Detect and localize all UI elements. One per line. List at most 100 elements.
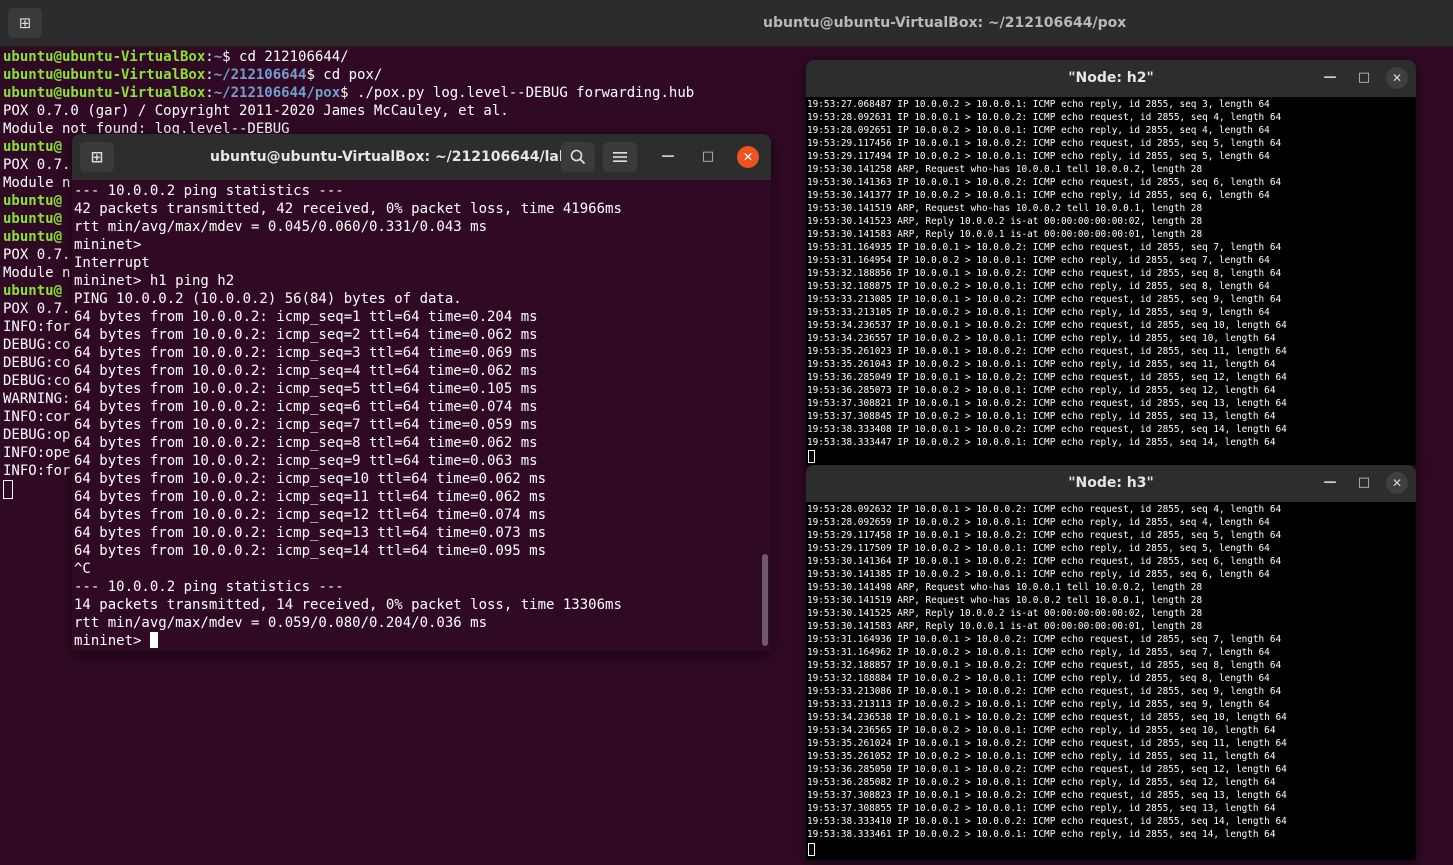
h3-window-title: "Node: h3" [1068, 475, 1154, 491]
terminal-text-segment: ~/212106644/pox [213, 85, 341, 101]
h2-terminal-output[interactable]: 19:53:27.068487 IP 10.0.0.2 > 10.0.0.1: … [807, 98, 1287, 449]
terminal-line: 64 bytes from 10.0.0.2: icmp_seq=9 ttl=6… [74, 453, 538, 469]
terminal-line: 19:53:32.188857 IP 10.0.0.1 > 10.0.0.2: … [807, 660, 1282, 671]
terminal-line: 19:53:37.308845 IP 10.0.0.2 > 10.0.0.1: … [807, 411, 1276, 422]
terminal-line: 19:53:33.213113 IP 10.0.0.2 > 10.0.0.1: … [807, 699, 1270, 710]
terminal-text-segment: ubuntu@ [3, 283, 63, 299]
close-button[interactable]: ✕ [737, 146, 759, 168]
terminal-line: 64 bytes from 10.0.0.2: icmp_seq=5 ttl=6… [74, 381, 538, 397]
terminal-text-segment: DEBUG:co [3, 355, 71, 371]
terminal-line: 19:53:30.141583 ARP, Reply 10.0.0.1 is-a… [807, 621, 1203, 632]
new-tab-icon: ⊞ [90, 148, 104, 166]
h2-window-titlebar: "Node: h2" — □ ✕ [806, 60, 1416, 97]
terminal-text-segment: ubuntu@ubuntu-VirtualBox [3, 49, 206, 65]
maximize-icon: □ [1357, 475, 1371, 490]
terminal-line: 19:53:31.164954 IP 10.0.0.2 > 10.0.0.1: … [807, 255, 1270, 266]
maximize-icon: □ [701, 149, 715, 164]
terminal-text-segment: INFO:cor [3, 409, 71, 425]
terminal-line: 19:53:32.188856 IP 10.0.0.1 > 10.0.0.2: … [807, 268, 1282, 279]
lab5-window-title: ubuntu@ubuntu-VirtualBox: ~/212106644/la… [210, 149, 579, 165]
terminal-text-segment: INFO:for [3, 463, 71, 479]
lab5-terminal-output[interactable]: --- 10.0.0.2 ping statistics --- 42 packe… [74, 182, 622, 650]
terminal-text-segment: $ cd pox/ [306, 67, 383, 83]
terminal-line: mininet> h1 ping h2 [74, 273, 235, 289]
terminal-line: 19:53:35.261052 IP 10.0.0.2 > 10.0.0.1: … [807, 751, 1276, 762]
terminal-line: 19:53:28.092651 IP 10.0.0.2 > 10.0.0.1: … [807, 125, 1270, 136]
terminal-line: 19:53:34.236538 IP 10.0.0.1 > 10.0.0.2: … [807, 712, 1287, 723]
terminal-line: rtt min/avg/max/mdev = 0.059/0.080/0.204… [74, 615, 488, 631]
terminal-text-segment: INFO:for [3, 319, 71, 335]
maximize-icon: □ [1357, 70, 1371, 85]
terminal-line: 19:53:31.164935 IP 10.0.0.1 > 10.0.0.2: … [807, 242, 1282, 253]
terminal-line: rtt min/avg/max/mdev = 0.045/0.060/0.331… [74, 219, 488, 235]
terminal-line: 19:53:36.285082 IP 10.0.0.2 > 10.0.0.1: … [807, 777, 1276, 788]
terminal-line: 19:53:30.141258 ARP, Request who-has 10.… [807, 164, 1203, 175]
search-icon [570, 149, 586, 165]
terminal-line: 19:53:31.164936 IP 10.0.0.1 > 10.0.0.2: … [807, 634, 1282, 645]
h3-terminal-output[interactable]: 19:53:28.092632 IP 10.0.0.1 > 10.0.0.2: … [807, 503, 1287, 841]
terminal-line: 19:53:28.092631 IP 10.0.0.1 > 10.0.0.2: … [807, 112, 1282, 123]
terminal-line: 19:53:37.308855 IP 10.0.0.2 > 10.0.0.1: … [807, 803, 1276, 814]
terminal-text-segment: ubuntu@ [3, 211, 63, 227]
terminal-line: ubuntu@ubuntu-VirtualBox:~/212106644$ cd… [3, 66, 694, 84]
mininet-prompt[interactable]: mininet> [74, 632, 622, 650]
terminal-text-segment: POX 0.7. [3, 247, 71, 263]
terminal-line: 64 bytes from 10.0.0.2: icmp_seq=13 ttl=… [74, 525, 547, 541]
terminal-line: ubuntu@ubuntu-VirtualBox:~$ cd 212106644… [3, 48, 694, 66]
terminal-line: 64 bytes from 10.0.0.2: icmp_seq=3 ttl=6… [74, 345, 538, 361]
new-tab-button[interactable]: ⊞ [8, 8, 42, 38]
terminal-line: 19:53:30.141377 IP 10.0.0.2 > 10.0.0.1: … [807, 190, 1270, 201]
h3-close-button[interactable]: ✕ [1386, 472, 1408, 494]
terminal-line: ubuntu@ubuntu-VirtualBox:~/212106644/pox… [3, 84, 694, 102]
terminal-text-segment: : [205, 67, 214, 83]
terminal-text-segment: POX 0.7. [3, 301, 71, 317]
maximize-button[interactable]: □ [697, 146, 719, 168]
terminal-line: 64 bytes from 10.0.0.2: icmp_seq=4 ttl=6… [74, 363, 538, 379]
terminal-line: 42 packets transmitted, 42 received, 0% … [74, 201, 622, 217]
terminal-text-segment: : [205, 85, 214, 101]
main-window-titlebar: ⊞ ubuntu@ubuntu-VirtualBox: ~/212106644/… [0, 0, 1453, 47]
text-cursor [149, 632, 158, 648]
minimize-button[interactable]: — [657, 146, 679, 168]
terminal-line: 19:53:34.236565 IP 10.0.0.2 > 10.0.0.1: … [807, 725, 1276, 736]
terminal-line: 19:53:36.285050 IP 10.0.0.1 > 10.0.0.2: … [807, 764, 1287, 775]
terminal-line: --- 10.0.0.2 ping statistics --- [74, 183, 344, 199]
lab5-terminal-window: ⊞ ubuntu@ubuntu-VirtualBox: ~/212106644/… [72, 134, 771, 651]
terminal-line: 19:53:30.141385 IP 10.0.0.2 > 10.0.0.1: … [807, 569, 1270, 580]
terminal-line: 64 bytes from 10.0.0.2: icmp_seq=14 ttl=… [74, 543, 547, 559]
h3-minimize-button[interactable]: — [1319, 472, 1341, 494]
lab5-scrollbar[interactable] [762, 554, 768, 646]
h2-minimize-button[interactable]: — [1319, 67, 1341, 89]
h2-maximize-button[interactable]: □ [1353, 67, 1375, 89]
terminal-line: 19:53:31.164962 IP 10.0.0.2 > 10.0.0.1: … [807, 647, 1270, 658]
terminal-line: 19:53:30.141363 IP 10.0.0.1 > 10.0.0.2: … [807, 177, 1282, 188]
terminal-line: 64 bytes from 10.0.0.2: icmp_seq=11 ttl=… [74, 489, 547, 505]
prompt-text: mininet> [74, 633, 150, 649]
terminal-text-segment: DEBUG:co [3, 373, 71, 389]
main-terminal-cursor [3, 480, 13, 499]
terminal-line: 19:53:35.261024 IP 10.0.0.1 > 10.0.0.2: … [807, 738, 1287, 749]
search-button[interactable] [561, 142, 595, 172]
menu-button[interactable] [603, 142, 637, 172]
terminal-line: 19:53:37.308823 IP 10.0.0.1 > 10.0.0.2: … [807, 790, 1287, 801]
terminal-line: 19:53:32.188875 IP 10.0.0.2 > 10.0.0.1: … [807, 281, 1270, 292]
close-icon: ✕ [1391, 71, 1403, 85]
h2-close-button[interactable]: ✕ [1386, 67, 1408, 89]
terminal-text-segment: $ ./pox.py log.level--DEBUG forwarding.h… [340, 85, 695, 101]
terminal-text-segment: DEBUG:op [3, 427, 71, 443]
terminal-line: 19:53:36.285049 IP 10.0.0.1 > 10.0.0.2: … [807, 372, 1287, 383]
terminal-line: 19:53:30.141519 ARP, Request who-has 10.… [807, 203, 1203, 214]
terminal-line: 64 bytes from 10.0.0.2: icmp_seq=2 ttl=6… [74, 327, 538, 343]
terminal-text-segment: : [205, 49, 214, 65]
terminal-line: 19:53:29.117509 IP 10.0.0.2 > 10.0.0.1: … [807, 543, 1270, 554]
minimize-icon: — [1323, 70, 1337, 85]
h3-maximize-button[interactable]: □ [1353, 472, 1375, 494]
terminal-line: 19:53:28.092632 IP 10.0.0.1 > 10.0.0.2: … [807, 504, 1282, 515]
terminal-text-segment: ubuntu@ubuntu-VirtualBox [3, 67, 206, 83]
h3-window-titlebar: "Node: h3" — □ ✕ [806, 465, 1416, 502]
lab5-new-tab-button[interactable]: ⊞ [80, 142, 114, 172]
terminal-line: 19:53:30.141519 ARP, Request who-has 10.… [807, 595, 1203, 606]
terminal-line: 19:53:35.261023 IP 10.0.0.1 > 10.0.0.2: … [807, 346, 1287, 357]
terminal-text-segment: DEBUG:co [3, 337, 71, 353]
terminal-text-segment: ubuntu@ [3, 193, 63, 209]
